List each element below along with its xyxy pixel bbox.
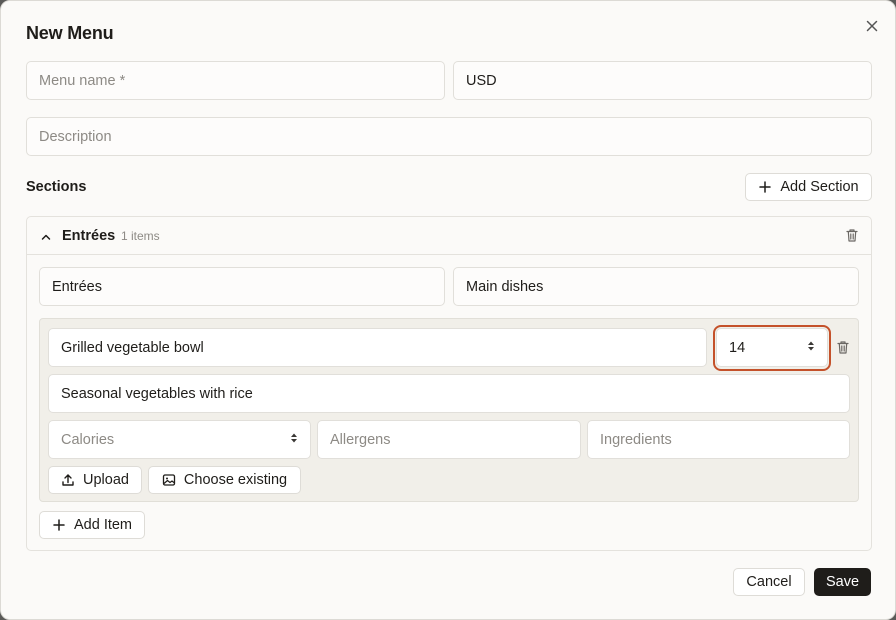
menu-name-input[interactable]: Menu name * [26,61,445,100]
spinner-arrows-icon[interactable] [290,432,298,448]
item-description-input[interactable]: Seasonal vegetables with rice [48,374,850,413]
calories-placeholder: Calories [61,431,115,448]
save-button[interactable]: Save [814,568,871,596]
choose-existing-label: Choose existing [183,472,288,488]
close-icon[interactable] [863,17,881,35]
section-item-count: 1 items [121,229,160,243]
upload-label: Upload [83,472,129,488]
sections-label: Sections [26,179,87,195]
trash-icon[interactable] [836,340,850,360]
section-header-name: Entrées [62,228,116,244]
section-subtitle-input[interactable]: Main dishes [453,267,859,306]
choose-existing-button[interactable]: Choose existing [148,466,301,494]
trash-icon[interactable] [845,228,859,248]
add-item-button[interactable]: Add Item [39,511,145,539]
upload-button[interactable]: Upload [48,466,142,494]
upload-icon [61,473,75,487]
allergens-input[interactable]: Allergens [317,420,581,459]
ingredients-input[interactable]: Ingredients [587,420,850,459]
new-menu-dialog: New Menu Menu name * USD Description Sec… [0,0,896,620]
plus-icon [52,518,66,532]
price-focus-ring [713,325,831,371]
add-section-button[interactable]: Add Section [745,173,872,201]
add-section-label: Add Section [780,179,859,195]
item-name-input[interactable]: Grilled vegetable bowl [48,328,707,367]
calories-input[interactable]: Calories [48,420,311,459]
add-item-label: Add Item [73,517,133,533]
cancel-button[interactable]: Cancel [733,568,805,596]
currency-input[interactable]: USD [453,61,872,100]
dialog-title: New Menu [26,23,114,43]
image-icon [162,473,176,487]
section-name-input[interactable]: Entrées [39,267,445,306]
description-input[interactable]: Description [26,117,872,156]
plus-icon [758,180,772,194]
section-header[interactable]: Entrées 1 items [27,217,871,255]
chevron-up-icon[interactable] [40,230,52,248]
